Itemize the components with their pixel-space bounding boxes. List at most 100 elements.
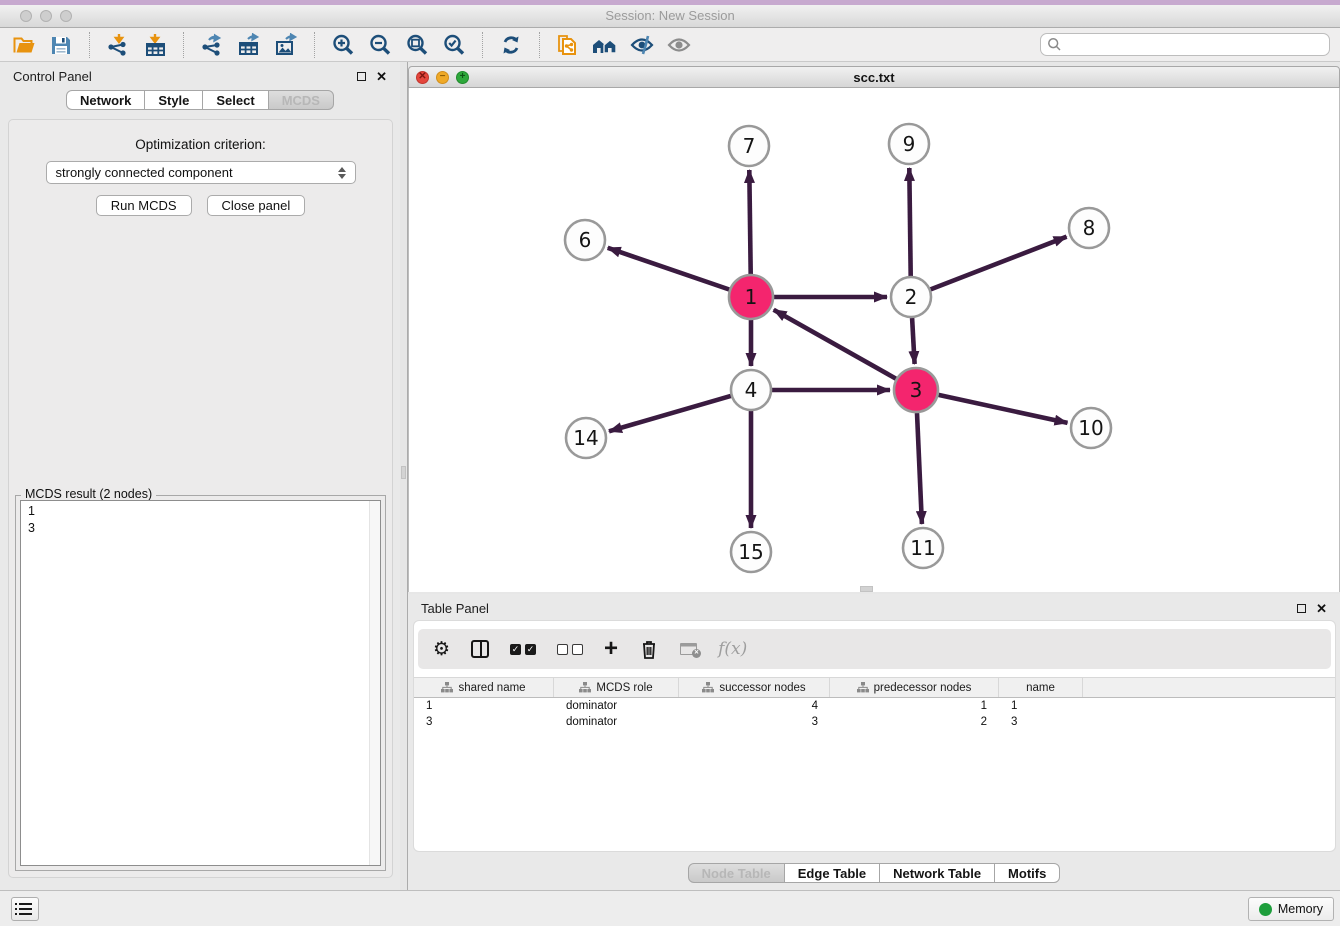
column-header-predecessor-nodes[interactable]: predecessor nodes — [830, 678, 999, 697]
close-panel-button[interactable]: Close panel — [207, 195, 306, 216]
network-canvas[interactable]: 7968124314101511 — [408, 88, 1340, 592]
table-cell[interactable]: 1 — [999, 698, 1083, 714]
close-panel-icon[interactable]: ✕ — [1316, 604, 1327, 613]
search-icon — [1047, 37, 1062, 52]
table-cell[interactable]: 3 — [679, 714, 830, 730]
graph-edge-1-7[interactable] — [749, 170, 750, 274]
table-cell[interactable]: 1 — [414, 698, 554, 714]
vertical-splitter[interactable] — [400, 62, 408, 890]
export-table-icon[interactable] — [235, 31, 263, 59]
graph-node-label-10: 10 — [1078, 416, 1103, 440]
mcds-result-text[interactable]: 13 — [20, 500, 381, 866]
table-row[interactable]: 1dominator411 — [414, 698, 1335, 714]
export-network-icon[interactable] — [198, 31, 226, 59]
deselect-all-icon[interactable] — [557, 638, 583, 660]
graph-edge-3-11[interactable] — [917, 413, 922, 524]
status-bar: Memory — [0, 890, 1340, 926]
tab-edge-table[interactable]: Edge Table — [784, 863, 880, 883]
open-session-icon[interactable] — [10, 31, 38, 59]
hide-selected-icon[interactable] — [628, 31, 656, 59]
zoom-out-icon[interactable] — [366, 31, 394, 59]
control-panel-tabs: NetworkStyleSelectMCDS — [0, 90, 400, 110]
run-mcds-button[interactable]: Run MCDS — [96, 195, 192, 216]
column-type-icon — [441, 682, 453, 693]
optimization-criterion-label: Optimization criterion: — [9, 137, 392, 152]
table-cell[interactable]: 3 — [414, 714, 554, 730]
table-cell[interactable]: dominator — [554, 698, 679, 714]
export-image-icon[interactable] — [272, 31, 300, 59]
graph-edge-3-10[interactable] — [939, 395, 1068, 423]
memory-button[interactable]: Memory — [1248, 897, 1334, 921]
first-neighbors-icon[interactable] — [591, 31, 619, 59]
tab-mcds[interactable]: MCDS — [268, 90, 334, 110]
table-panel-title: Table Panel — [421, 601, 489, 616]
graph-node-label-2: 2 — [905, 285, 918, 309]
table-panel: Table Panel ✕ ⚙ ✓✓ + ✕ f(x) shared nameM… — [408, 594, 1340, 890]
search-box[interactable] — [1040, 33, 1330, 56]
mcds-result-groupbox: MCDS result (2 nodes) 13 — [15, 495, 386, 871]
table-settings-icon[interactable]: ⚙ — [433, 638, 450, 660]
graph-edge-3-1[interactable] — [774, 310, 896, 379]
zoom-fit-icon[interactable] — [403, 31, 431, 59]
import-table-icon[interactable] — [141, 31, 169, 59]
column-header-successor-nodes[interactable]: successor nodes — [679, 678, 830, 697]
task-history-button[interactable] — [11, 897, 39, 921]
zoom-in-icon[interactable] — [329, 31, 357, 59]
table-row[interactable]: 3dominator323 — [414, 714, 1335, 730]
graph-node-label-9: 9 — [903, 132, 916, 156]
select-stepper-icon — [338, 167, 346, 179]
network-view-titlebar[interactable]: scc.txt ✕ − + — [408, 66, 1340, 88]
result-scrollbar[interactable] — [369, 501, 380, 865]
tab-select[interactable]: Select — [202, 90, 268, 110]
delete-table-icon[interactable]: ✕ — [680, 638, 697, 660]
column-header-name[interactable]: name — [999, 678, 1083, 697]
graph-edge-2-3[interactable] — [912, 318, 915, 364]
splitter-grip[interactable] — [401, 466, 406, 479]
delete-icon[interactable] — [639, 638, 659, 660]
add-column-icon[interactable]: + — [604, 638, 618, 660]
graph-edge-1-6[interactable] — [608, 248, 730, 290]
tab-network[interactable]: Network — [66, 90, 145, 110]
tab-network-table[interactable]: Network Table — [879, 863, 995, 883]
graph-edge-2-9[interactable] — [909, 168, 910, 276]
toolbar-separator — [314, 32, 315, 58]
refresh-icon[interactable] — [497, 31, 525, 59]
graph-node-label-8: 8 — [1083, 216, 1096, 240]
column-header-shared-name[interactable]: shared name — [414, 678, 554, 697]
float-panel-icon[interactable] — [357, 72, 366, 81]
memory-label: Memory — [1278, 902, 1323, 916]
criterion-value: strongly connected component — [56, 165, 233, 180]
table-cell[interactable]: 3 — [999, 714, 1083, 730]
network-graph[interactable]: 7968124314101511 — [409, 88, 1339, 591]
zoom-selected-icon[interactable] — [440, 31, 468, 59]
float-panel-icon[interactable] — [1297, 604, 1306, 613]
tab-motifs[interactable]: Motifs — [994, 863, 1060, 883]
show-columns-icon[interactable] — [471, 638, 489, 660]
function-builder-icon[interactable]: f(x) — [718, 638, 747, 660]
graph-node-label-14: 14 — [573, 426, 598, 450]
graph-node-label-4: 4 — [745, 378, 758, 402]
criterion-select[interactable]: strongly connected component — [46, 161, 356, 184]
clone-network-icon[interactable] — [554, 31, 582, 59]
table-cell[interactable]: 1 — [830, 698, 999, 714]
tab-style[interactable]: Style — [144, 90, 203, 110]
select-all-icon[interactable]: ✓✓ — [510, 638, 536, 660]
close-panel-icon[interactable]: ✕ — [376, 72, 387, 81]
table-cell[interactable]: 4 — [679, 698, 830, 714]
show-all-icon[interactable] — [665, 31, 693, 59]
result-line: 3 — [28, 520, 373, 537]
graph-node-label-1: 1 — [745, 285, 758, 309]
table-cell[interactable]: dominator — [554, 714, 679, 730]
horizontal-splitter-grip[interactable] — [860, 586, 873, 592]
memory-status-icon — [1259, 903, 1272, 916]
save-session-icon[interactable] — [47, 31, 75, 59]
table-cell[interactable]: 2 — [830, 714, 999, 730]
network-view-title: scc.txt — [409, 70, 1339, 85]
graph-edge-2-8[interactable] — [931, 237, 1067, 290]
node-table-card: ⚙ ✓✓ + ✕ f(x) shared nameMCDS rolesucces… — [413, 620, 1336, 852]
graph-edge-4-14[interactable] — [609, 396, 731, 431]
search-input[interactable] — [1066, 38, 1323, 52]
column-header-MCDS-role[interactable]: MCDS role — [554, 678, 679, 697]
import-network-icon[interactable] — [104, 31, 132, 59]
tab-node-table[interactable]: Node Table — [688, 863, 785, 883]
